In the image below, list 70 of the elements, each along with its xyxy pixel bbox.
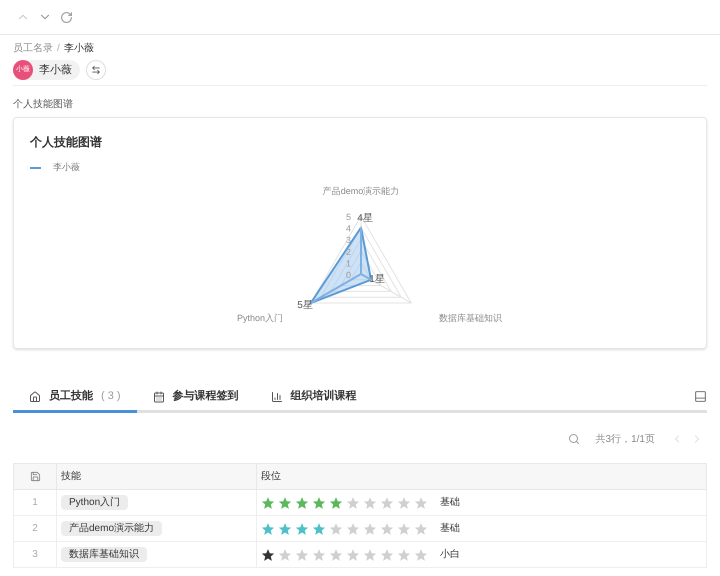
value-label: 5星 — [297, 300, 313, 310]
pager-text: 共3行，1/1页 — [596, 432, 655, 446]
search-icon[interactable] — [568, 433, 580, 445]
star-icon — [380, 548, 394, 560]
chart-icon — [270, 390, 283, 402]
star-icon — [346, 522, 360, 534]
tick-label: 2 — [346, 246, 351, 256]
row-number: 1 — [14, 490, 56, 516]
column-header: 段位 — [256, 464, 706, 490]
skill-tag: 产品demo演示能力 — [61, 521, 162, 536]
star-icon — [364, 496, 376, 508]
star-icon — [346, 548, 360, 560]
star-icon — [278, 496, 292, 508]
star-icon — [364, 548, 376, 560]
row-number: 3 — [14, 542, 56, 568]
breadcrumb-link[interactable]: 员工名录 — [13, 41, 53, 56]
star-icon — [296, 522, 308, 534]
star-icon — [278, 522, 292, 534]
level-text: 基础 — [440, 496, 460, 510]
tab[interactable]: 组织培训课程 — [254, 383, 373, 413]
star-icon — [414, 522, 428, 534]
level-text: 小白 — [440, 548, 460, 562]
star-icon — [312, 496, 326, 508]
tick-label: 4 — [346, 223, 351, 234]
value-label: 1星 — [369, 274, 385, 284]
tab[interactable]: 参与课程签到 — [136, 383, 255, 413]
star-icon — [364, 522, 376, 534]
tick-label: 5 — [346, 212, 351, 222]
tick-label: 0 — [346, 270, 351, 280]
skill-tag: 数据库基础知识 — [61, 547, 147, 562]
star-icon — [330, 522, 342, 534]
section-title: 个人技能图谱 — [13, 98, 74, 111]
tab[interactable]: 员工技能 ( 3 ) — [13, 383, 137, 413]
column-header: 技能 — [56, 464, 256, 490]
star-icon — [414, 548, 428, 560]
breadcrumb-current: 李小薇 — [64, 42, 94, 56]
refresh-icon[interactable] — [60, 10, 73, 24]
star-icon — [346, 496, 360, 508]
tick-label: 3 — [346, 234, 351, 245]
switch-button[interactable] — [86, 60, 106, 80]
tick-label: 1 — [346, 258, 351, 268]
axis-label: 数据库基础知识 — [439, 312, 502, 322]
star-icon — [398, 496, 410, 508]
value-label: 4星 — [357, 212, 373, 224]
star-icon — [296, 496, 308, 508]
star-icon — [330, 548, 342, 560]
star-icon — [380, 496, 394, 508]
panel-icon[interactable] — [694, 390, 707, 403]
home-icon — [29, 390, 41, 402]
legend-label: 李小薇 — [53, 161, 80, 174]
star-icon — [278, 548, 292, 560]
star-icon — [312, 548, 326, 560]
star-icon — [398, 548, 410, 560]
calendar-icon — [152, 390, 165, 402]
row-number: 2 — [14, 516, 56, 542]
skill-tag: Python入门 — [61, 495, 128, 510]
star-icon — [296, 548, 308, 560]
star-icon — [312, 522, 326, 534]
level-text: 基础 — [440, 522, 460, 536]
star-icon — [330, 496, 342, 508]
axis-label: Python入门 — [236, 312, 283, 322]
swap-arrows-icon — [91, 65, 101, 75]
star-icon — [414, 496, 428, 508]
person-name: 李小薇 — [39, 62, 72, 78]
card-title: 个人技能图谱 — [30, 134, 103, 151]
star-icon — [398, 522, 410, 534]
breadcrumb-separator: / — [57, 42, 60, 56]
star-icon — [380, 522, 394, 534]
save-icon[interactable] — [30, 471, 40, 482]
axis-label: 产品demo演示能力 — [322, 186, 400, 196]
